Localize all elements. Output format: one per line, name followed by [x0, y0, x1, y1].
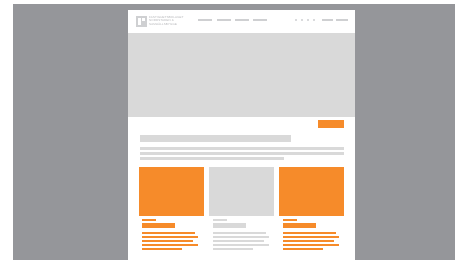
- card-1-text-line-4: [142, 244, 198, 246]
- card-1-text-line-3: [142, 240, 193, 242]
- card-1-title[interactable]: [142, 223, 175, 228]
- logo-wordmark: FASTIGHETSBOLAGET NORDSTADEN & SAMHÄLLSB…: [149, 15, 195, 26]
- logo-line-3: SAMHÄLLSBYGGE: [149, 21, 177, 26]
- header-icon-1[interactable]: [295, 19, 297, 21]
- card-2-text-line-3: [213, 240, 264, 242]
- intro-text-line-1: [140, 147, 344, 150]
- nav-link-2[interactable]: [217, 19, 231, 21]
- cta-button[interactable]: [318, 120, 344, 128]
- header-icon-2[interactable]: [301, 19, 303, 21]
- nav-link-3[interactable]: [235, 19, 249, 21]
- header-icon-4[interactable]: [313, 19, 315, 21]
- intro-text-line-3: [140, 157, 284, 160]
- card-1-text-line-1: [142, 232, 195, 234]
- card-2-eyebrow: [213, 219, 227, 221]
- card-2-text-line-1: [213, 232, 266, 234]
- page-heading-placeholder: [140, 135, 291, 142]
- header-utility-link-2[interactable]: [336, 19, 348, 21]
- card-3-text-line-5: [283, 248, 323, 250]
- website-wireframe: FASTIGHETSBOLAGET NORDSTADEN & SAMHÄLLSB…: [128, 10, 355, 260]
- card-3-text-line-3: [283, 240, 334, 242]
- intro-text-line-2: [140, 152, 344, 155]
- header-icon-3[interactable]: [307, 19, 309, 21]
- card-3-text-line-2: [283, 236, 339, 238]
- card-1-text-line-5: [142, 248, 182, 250]
- nav-link-4[interactable]: [253, 19, 267, 21]
- card-3-text-line-4: [283, 244, 339, 246]
- card-1-text-line-2: [142, 236, 198, 238]
- card-2-text-line-2: [213, 236, 269, 238]
- nav-link-1[interactable]: [198, 19, 212, 21]
- site-logo[interactable]: FASTIGHETSBOLAGET NORDSTADEN & SAMHÄLLSB…: [136, 15, 206, 31]
- header-utility-link-1[interactable]: [322, 19, 333, 21]
- card-3-text-line-1: [283, 232, 336, 234]
- card-2-text-line-5: [213, 248, 253, 250]
- card-2-title[interactable]: [213, 223, 246, 228]
- card-2-image[interactable]: [209, 167, 274, 216]
- card-3-eyebrow: [283, 219, 297, 221]
- hero-image-placeholder: [128, 33, 355, 117]
- card-3-image[interactable]: [279, 167, 344, 216]
- card-1-eyebrow: [142, 219, 156, 221]
- site-header: FASTIGHETSBOLAGET NORDSTADEN & SAMHÄLLSB…: [128, 10, 355, 33]
- card-3-title[interactable]: [283, 223, 316, 228]
- backdrop: FASTIGHETSBOLAGET NORDSTADEN & SAMHÄLLSB…: [13, 4, 455, 260]
- logo-icon: [136, 16, 147, 27]
- card-2-text-line-4: [213, 244, 269, 246]
- card-1-image[interactable]: [139, 167, 204, 216]
